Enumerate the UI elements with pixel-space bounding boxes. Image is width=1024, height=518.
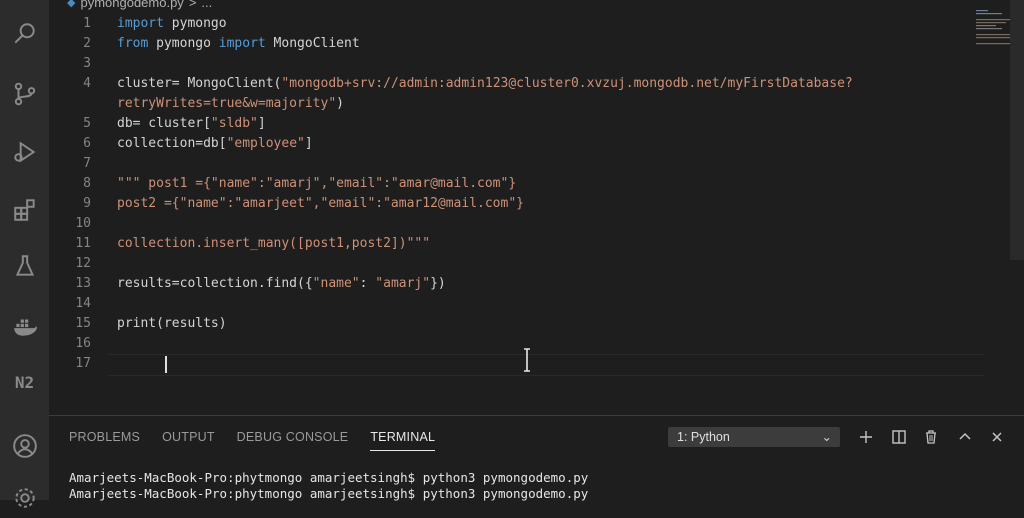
extensions-icon[interactable] bbox=[0, 190, 49, 230]
code-keyword: import bbox=[117, 16, 164, 31]
split-terminal-button[interactable] bbox=[888, 426, 910, 448]
code-text: """ post1 ={"name":"amarj","email":"amar… bbox=[117, 174, 516, 194]
activity-bar: N2 bbox=[0, 0, 49, 508]
new-terminal-button[interactable] bbox=[855, 426, 877, 448]
kill-terminal-button[interactable] bbox=[920, 426, 942, 448]
line-number: 8 bbox=[83, 176, 91, 191]
line-number: 16 bbox=[75, 336, 91, 351]
code-keyword: from bbox=[117, 36, 149, 51]
editor-scrollbar[interactable] bbox=[1010, 0, 1024, 260]
breadcrumb: ◆ pymongodemo.py > ... bbox=[67, 0, 212, 10]
code-string: "amarj" bbox=[375, 276, 431, 291]
breadcrumb-file[interactable]: pymongodemo.py bbox=[80, 0, 183, 10]
line-number: 12 bbox=[75, 256, 91, 271]
terminal-line: Amarjeets-MacBook-Pro:phytmongo amarjeet… bbox=[69, 470, 589, 485]
split-icon bbox=[892, 430, 906, 444]
code-string: "name" bbox=[312, 276, 360, 291]
code-string: "mongodb+srv://admin:admin123@cluster0.x… bbox=[281, 76, 853, 91]
bottom-panel: PROBLEMS OUTPUT DEBUG CONSOLE TERMINAL 1: P… bbox=[49, 415, 1024, 501]
n2-icon[interactable]: N2 bbox=[0, 362, 49, 402]
docker-icon[interactable] bbox=[0, 306, 49, 346]
code-keyword: import bbox=[218, 36, 266, 51]
settings-icon[interactable] bbox=[0, 478, 49, 518]
code-token: pymongo bbox=[148, 36, 219, 51]
code-text: collection.insert_many([post1,post2])""" bbox=[117, 234, 430, 254]
line-number: 7 bbox=[83, 156, 91, 171]
code-string: retryWrites=true&w=majority" bbox=[117, 96, 337, 111]
line-number: 4 bbox=[83, 76, 91, 91]
code-token: }) bbox=[430, 276, 446, 291]
code-text: retryWrites=true&w=majority") bbox=[117, 94, 344, 114]
line-number: 14 bbox=[75, 296, 91, 311]
current-line-highlight bbox=[109, 354, 984, 376]
maximize-panel-button[interactable] bbox=[954, 426, 976, 448]
line-number: 3 bbox=[83, 56, 91, 71]
line-number: 13 bbox=[75, 276, 91, 291]
close-panel-button[interactable] bbox=[986, 426, 1008, 448]
line-number: 6 bbox=[83, 136, 91, 151]
code-text: print(results) bbox=[117, 314, 227, 334]
code-text: post2 ={"name":"amarjeet","email":"amar1… bbox=[117, 194, 524, 214]
chevron-down-icon: ⌄ bbox=[821, 430, 832, 444]
line-number: 15 bbox=[75, 316, 91, 331]
code-token: ] bbox=[257, 116, 266, 131]
source-control-icon[interactable] bbox=[0, 74, 49, 114]
code-text: results=collection.find({"name": "amarj"… bbox=[117, 274, 446, 294]
plus-icon bbox=[860, 431, 872, 443]
code-token: ] bbox=[304, 136, 313, 151]
tab-debug-console[interactable]: DEBUG CONSOLE bbox=[237, 430, 349, 451]
line-number: 5 bbox=[83, 116, 91, 131]
panel-tabs: PROBLEMS OUTPUT DEBUG CONSOLE TERMINAL bbox=[69, 430, 457, 451]
code-token: db= cluster[ bbox=[117, 116, 211, 131]
tab-output[interactable]: OUTPUT bbox=[162, 430, 215, 451]
line-number: 9 bbox=[83, 196, 91, 211]
code-token: collection=db[ bbox=[117, 136, 227, 151]
ibeam-cursor-icon bbox=[524, 348, 530, 372]
python-file-icon: ◆ bbox=[67, 0, 76, 9]
testing-flask-icon[interactable] bbox=[0, 246, 49, 286]
code-token: results=collection.find({ bbox=[117, 276, 313, 291]
text-cursor bbox=[165, 356, 167, 373]
terminal-select[interactable]: 1: Python ⌄ bbox=[668, 427, 840, 447]
code-text: collection=db["employee"] bbox=[117, 134, 313, 154]
code-text: import pymongo bbox=[117, 14, 227, 34]
line-number: 17 bbox=[75, 356, 91, 371]
terminal-select-value: 1: Python bbox=[677, 430, 730, 444]
tab-problems[interactable]: PROBLEMS bbox=[69, 430, 140, 451]
code-token: MongoClient bbox=[265, 36, 360, 51]
code-text: db= cluster["sldb"] bbox=[117, 114, 266, 134]
code-token: print(results) bbox=[117, 316, 227, 331]
line-number: 1 bbox=[83, 16, 91, 31]
code-string: collection.insert_many([post1,post2])""" bbox=[117, 236, 431, 251]
run-debug-icon[interactable] bbox=[0, 132, 49, 172]
code-text: from pymongo import MongoClient bbox=[117, 34, 360, 54]
trash-icon bbox=[926, 430, 936, 444]
tab-terminal[interactable]: TERMINAL bbox=[370, 430, 436, 451]
code-text: cluster= MongoClient("mongodb+srv://admi… bbox=[117, 74, 853, 94]
breadcrumb-separator: > bbox=[188, 0, 197, 10]
close-icon bbox=[992, 432, 1002, 442]
line-number: 10 bbox=[75, 216, 91, 231]
code-token: ) bbox=[336, 96, 344, 111]
account-icon[interactable] bbox=[0, 426, 49, 466]
code-token: cluster= MongoClient( bbox=[117, 76, 282, 91]
line-number: 11 bbox=[75, 236, 91, 251]
code-string: "employee" bbox=[226, 136, 305, 151]
search-icon[interactable] bbox=[0, 14, 49, 54]
breadcrumb-more[interactable]: ... bbox=[201, 0, 212, 10]
code-token: pymongo bbox=[163, 16, 227, 31]
code-string: "sldb" bbox=[210, 116, 258, 131]
code-string: post2 ={"name":"amarjeet","email":"amar1… bbox=[117, 196, 524, 211]
terminal-line: Amarjeets-MacBook-Pro:phytmongo amarjeet… bbox=[69, 486, 589, 501]
code-token: : bbox=[359, 276, 376, 291]
line-number: 2 bbox=[83, 36, 91, 51]
code-editor[interactable]: ◆ pymongodemo.py > ... 1 import pymongo 2 f… bbox=[49, 0, 1024, 415]
code-string: """ post1 ={"name":"amarj","email":"amar… bbox=[117, 176, 517, 191]
chevron-up-icon bbox=[959, 432, 971, 440]
